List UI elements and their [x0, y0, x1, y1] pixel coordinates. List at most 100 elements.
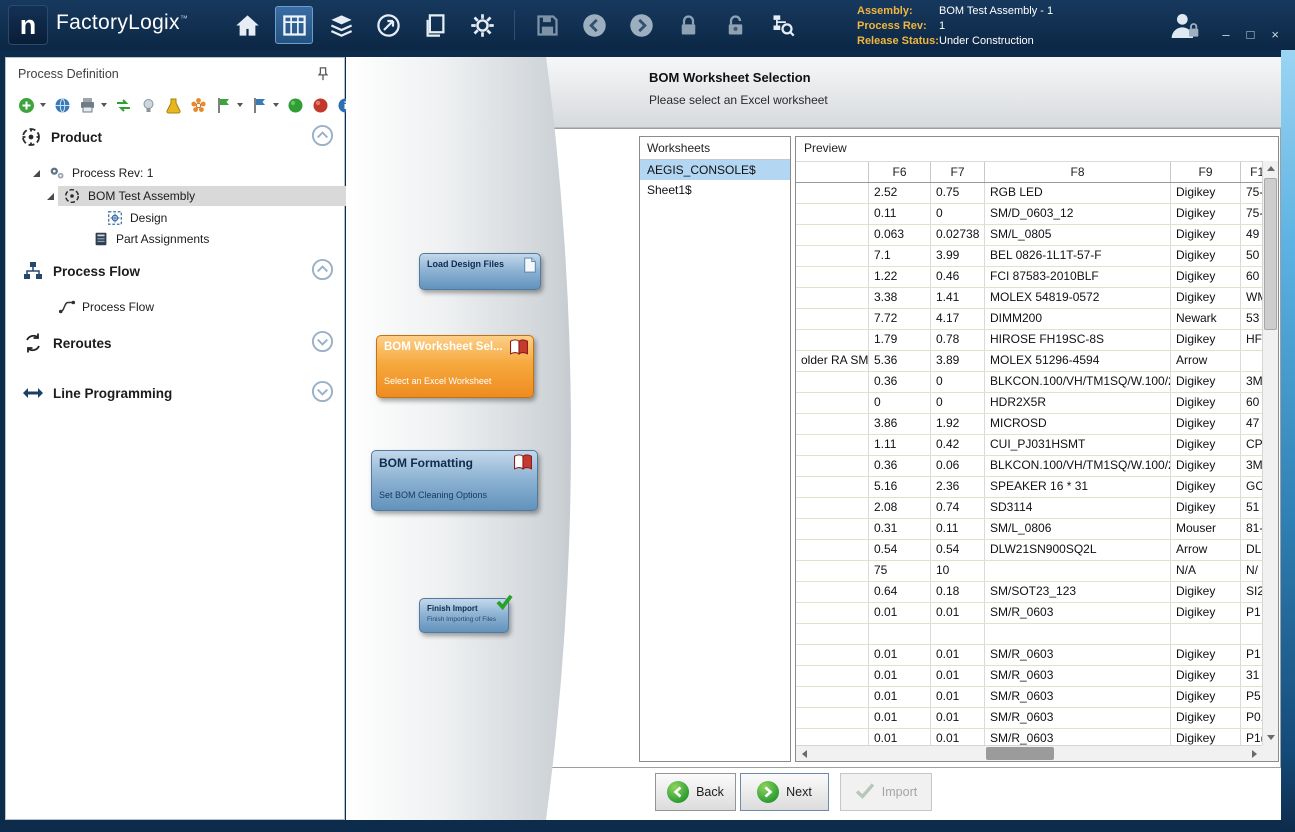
add-icon[interactable]	[18, 97, 35, 114]
table-row[interactable]: 0.010.01SM/R_0603DigikeyP1(	[796, 729, 1262, 745]
process-definition-icon[interactable]	[275, 6, 313, 44]
table-row[interactable]: 0.010.01SM/R_0603Digikey31	[796, 666, 1262, 687]
add-dropdown-icon[interactable]	[40, 103, 46, 107]
flask-icon[interactable]	[165, 97, 182, 114]
documents-icon[interactable]	[416, 6, 454, 44]
collapse-product-icon[interactable]	[311, 124, 334, 147]
print-dropdown-icon[interactable]	[101, 103, 107, 107]
table-row[interactable]: 0.360.06BLKCON.100/VH/TM1SQ/W.100/2Digik…	[796, 456, 1262, 477]
release-status-label: Release Status:	[857, 34, 939, 49]
column-header[interactable]: F7	[931, 162, 985, 182]
column-header[interactable]: F9	[1171, 162, 1241, 182]
expand-line-programming-icon[interactable]	[311, 380, 334, 403]
column-header[interactable]: F10	[1241, 162, 1262, 182]
table-row[interactable]: 2.520.75RGB LEDDigikey75-	[796, 183, 1262, 204]
table-row[interactable]	[796, 624, 1262, 645]
table-row[interactable]: 00HDR2X5RDigikey60	[796, 393, 1262, 414]
table-row[interactable]: 7.13.99BEL 0826-1L1T-57-FDigikey50	[796, 246, 1262, 267]
collapse-process-flow-icon[interactable]	[311, 258, 334, 281]
table-row[interactable]: 2.080.74SD3114Digikey51	[796, 498, 1262, 519]
flag-blue-icon[interactable]	[251, 97, 268, 114]
flower-icon[interactable]	[190, 97, 207, 114]
table-row[interactable]: 3.861.92MICROSDDigikey47	[796, 414, 1262, 435]
flow-node-bom-worksheet-selection[interactable]: BOM Worksheet Sel... Select an Excel Wor…	[376, 335, 534, 398]
table-row[interactable]: 1.110.42CUI_PJ031HSMTDigikeyCP	[796, 435, 1262, 456]
lamp-icon[interactable]	[140, 97, 157, 114]
minimize-button[interactable]: –	[1222, 27, 1229, 42]
column-header[interactable]: F6	[869, 162, 931, 182]
record-status-icon[interactable]	[312, 97, 329, 114]
tree-item-process-flow[interactable]: Process Flow	[58, 296, 154, 318]
table-row[interactable]: 0.010.01SM/R_0603DigikeyP5	[796, 687, 1262, 708]
back-button[interactable]: Back	[655, 773, 736, 811]
flow-node-finish-import[interactable]: Finish Import Finish Importing of Files	[419, 598, 509, 633]
tree-item-process-rev[interactable]: Process Rev: 1	[33, 162, 153, 184]
table-cell: Digikey	[1171, 183, 1241, 203]
worksheet-item-aegis-console[interactable]: AEGIS_CONSOLE$	[640, 160, 790, 180]
user-icon[interactable]	[1167, 10, 1203, 42]
flow-search-icon[interactable]	[763, 6, 801, 44]
expand-reroutes-icon[interactable]	[311, 330, 334, 353]
forward-nav-icon[interactable]	[622, 6, 660, 44]
table-row[interactable]: older RA SMD5.363.89MOLEX 51296-4594Arro…	[796, 351, 1262, 372]
sidebar-item-process-flow[interactable]: Process Flow	[22, 258, 140, 284]
flag-green-dropdown-icon[interactable]	[237, 103, 243, 107]
scroll-left-icon[interactable]	[796, 746, 812, 761]
tree-item-bom-test-assembly[interactable]: BOM Test Assembly	[47, 185, 195, 207]
table-row[interactable]: 7.724.17DIMM200Newark53	[796, 309, 1262, 330]
table-cell: 0.01	[931, 603, 985, 623]
flag-blue-dropdown-icon[interactable]	[273, 103, 279, 107]
worksheet-item-sheet1[interactable]: Sheet1$	[640, 180, 790, 200]
next-button[interactable]: Next	[740, 773, 829, 811]
table-row[interactable]: 3.381.41MOLEX 54819-0572DigikeyWM	[796, 288, 1262, 309]
sidebar-item-line-programming[interactable]: Line Programming	[22, 380, 172, 406]
home-icon[interactable]	[228, 6, 266, 44]
table-row[interactable]: 0.0630.02738SM/L_0805Digikey49	[796, 225, 1262, 246]
scroll-right-icon[interactable]	[1246, 746, 1262, 761]
settings-gear-icon[interactable]	[463, 6, 501, 44]
flow-node-load-design-files[interactable]: Load Design Files	[419, 253, 541, 290]
horizontal-scrollbar[interactable]	[796, 745, 1262, 761]
column-header[interactable]	[796, 162, 869, 182]
column-header[interactable]: F8	[985, 162, 1171, 182]
table-row[interactable]: 0.540.54DLW21SN900SQ2LArrowDL	[796, 540, 1262, 561]
flow-node-bom-formatting[interactable]: BOM Formatting Set BOM Cleaning Options	[371, 450, 538, 511]
table-row[interactable]: 0.010.01SM/R_0603DigikeyP1	[796, 603, 1262, 624]
import-button[interactable]: Import	[840, 773, 932, 811]
sync-icon[interactable]	[115, 97, 132, 114]
maximize-button[interactable]: □	[1247, 27, 1255, 42]
scroll-down-icon[interactable]	[1263, 730, 1279, 745]
tree-item-part-assignments[interactable]: Part Assignments	[92, 228, 209, 250]
sidebar-item-reroutes[interactable]: Reroutes	[22, 330, 112, 356]
close-button[interactable]: ×	[1271, 27, 1279, 42]
horizontal-scroll-thumb[interactable]	[986, 747, 1054, 760]
table-row[interactable]: 7510N/AN/	[796, 561, 1262, 582]
scroll-up-icon[interactable]	[1263, 161, 1279, 176]
sidebar-item-product[interactable]: Product	[20, 124, 102, 150]
table-row[interactable]: 0.640.18SM/SOT23_123DigikeySI2	[796, 582, 1262, 603]
tree-item-design[interactable]: Design	[106, 207, 167, 229]
table-row[interactable]: 1.790.78HIROSE FH19SC-8SDigikeyHF	[796, 330, 1262, 351]
expander-icon[interactable]	[33, 170, 40, 177]
back-nav-icon[interactable]	[575, 6, 613, 44]
expander-icon[interactable]	[47, 193, 54, 200]
table-row[interactable]: 1.220.46FCI 87583-2010BLFDigikey60	[796, 267, 1262, 288]
web-link-icon[interactable]	[54, 97, 71, 114]
vertical-scroll-thumb[interactable]	[1264, 178, 1277, 330]
unlock-icon[interactable]	[716, 6, 754, 44]
table-row[interactable]: 0.360BLKCON.100/VH/TM1SQ/W.100/2Digikey3…	[796, 372, 1262, 393]
pin-icon[interactable]	[316, 67, 330, 86]
print-icon[interactable]	[79, 97, 96, 114]
table-row[interactable]: 0.010.01SM/R_0603DigikeyP0.	[796, 708, 1262, 729]
flag-green-icon[interactable]	[215, 97, 232, 114]
save-icon[interactable]	[528, 6, 566, 44]
go-status-icon[interactable]	[287, 97, 304, 114]
table-row[interactable]: 0.310.11SM/L_0806Mouser81-	[796, 519, 1262, 540]
table-row[interactable]: 5.162.36SPEAKER 16 * 31DigikeyGC	[796, 477, 1262, 498]
table-row[interactable]: 0.110SM/D_0603_12Digikey75-	[796, 204, 1262, 225]
lock-icon[interactable]	[669, 6, 707, 44]
routing-stack-icon[interactable]	[322, 6, 360, 44]
navigation-compass-icon[interactable]	[369, 6, 407, 44]
vertical-scrollbar[interactable]	[1262, 161, 1278, 745]
table-row[interactable]: 0.010.01SM/R_0603DigikeyP1	[796, 645, 1262, 666]
